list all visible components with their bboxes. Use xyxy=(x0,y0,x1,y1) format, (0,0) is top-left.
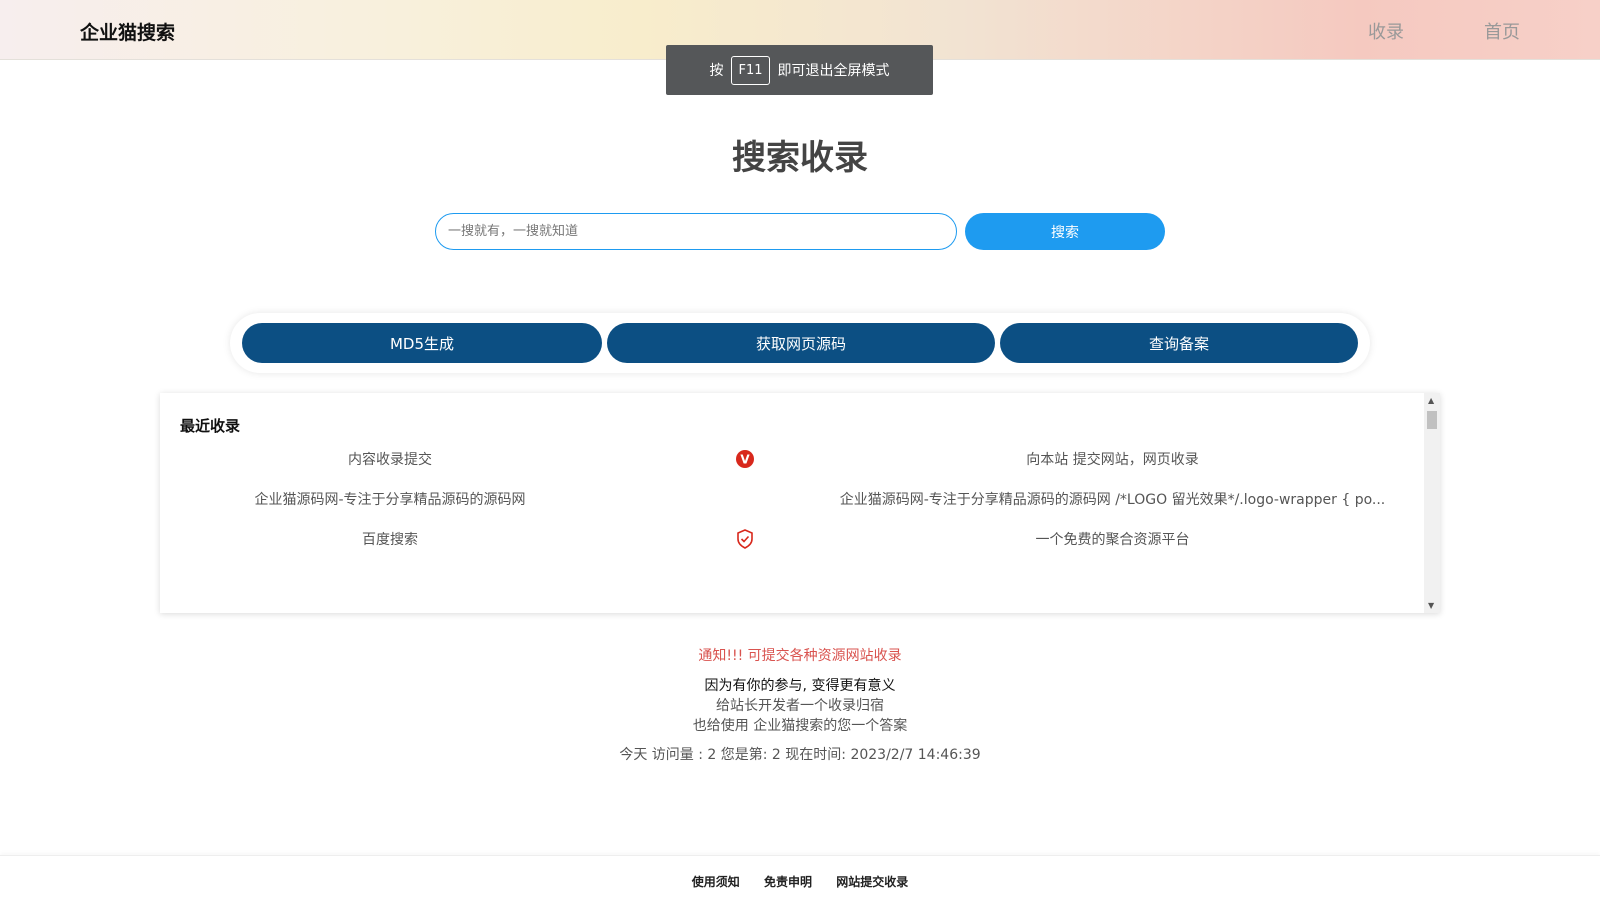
toast-suffix: 即可退出全屏模式 xyxy=(777,63,890,79)
item-desc: 向本站 提交网站，网页收录 xyxy=(1026,452,1199,468)
search-input[interactable] xyxy=(435,213,957,250)
list-item[interactable]: 内容收录提交 V 向本站 提交网站，网页收录 xyxy=(160,449,1425,469)
scroll-up-icon[interactable]: ▲ xyxy=(1428,396,1434,405)
footer-link-submit[interactable]: 网站提交收录 xyxy=(836,875,908,889)
list-item[interactable]: 百度搜索 一个免费的聚合资源平台 xyxy=(160,529,1425,549)
svg-text:V: V xyxy=(740,453,750,467)
page-title: 搜索收录 xyxy=(732,138,868,178)
toast-key: F11 xyxy=(731,55,770,85)
item-name[interactable]: 企业猫源码网-专注于分享精品源码的源码网 xyxy=(200,489,580,509)
shield-check-icon xyxy=(735,529,755,553)
icp-query-button[interactable]: 查询备案 xyxy=(1000,323,1358,363)
md5-button[interactable]: MD5生成 xyxy=(242,323,602,363)
item-desc: 一个免费的聚合资源平台 xyxy=(1035,532,1190,548)
item-desc: 企业猫源码网-专注于分享精品源码的源码网 /*LOGO 留光效果*/.logo-… xyxy=(839,492,1386,508)
footer-link-disclaimer[interactable]: 免责申明 xyxy=(764,875,812,889)
tools-bar: MD5生成 获取网页源码 查询备案 xyxy=(230,313,1370,373)
footer: 使用须知 免责申明 网站提交收录 xyxy=(0,855,1600,900)
visit-stats: 今天 访问量 : 2 您是第: 2 现在时间: 2023/2/7 14:46:3… xyxy=(619,747,981,763)
scroll-down-icon[interactable]: ▼ xyxy=(1428,601,1434,610)
notice: 通知!!! 可提交各种资源网站收录 xyxy=(698,648,902,664)
site-logo[interactable]: 企业猫搜索 xyxy=(80,18,175,45)
slogan-line: 给站长开发者一个收录归宿 xyxy=(716,698,884,714)
footer-link-terms[interactable]: 使用须知 xyxy=(692,875,740,889)
item-name[interactable]: 百度搜索 xyxy=(200,529,580,549)
scrollbar[interactable]: ▲ ▼ xyxy=(1424,393,1440,613)
slogan-line: 也给使用 企业猫搜索的您一个答案 xyxy=(692,718,908,734)
slogan-line: 因为有你的参与, 变得更有意义 xyxy=(704,678,896,694)
fullscreen-toast: 按 F11 即可退出全屏模式 xyxy=(666,45,933,95)
get-source-button[interactable]: 获取网页源码 xyxy=(607,323,995,363)
item-name[interactable]: 内容收录提交 xyxy=(200,449,580,469)
list-item[interactable]: 企业猫源码网-专注于分享精品源码的源码网 企业猫源码网-专注于分享精品源码的源码… xyxy=(160,489,1425,509)
nav-shoulu[interactable]: 收录 xyxy=(1368,18,1404,44)
scroll-thumb[interactable] xyxy=(1427,411,1437,429)
search-button[interactable]: 搜索 xyxy=(965,213,1165,250)
nav-home[interactable]: 首页 xyxy=(1484,18,1520,44)
recent-title: 最近收录 xyxy=(180,417,241,435)
toast-prefix: 按 xyxy=(709,63,724,79)
recent-panel: 最近收录 内容收录提交 V 向本站 提交网站，网页收录 企业猫源码网-专注于分享… xyxy=(160,393,1440,613)
v-badge-icon: V xyxy=(735,449,755,473)
